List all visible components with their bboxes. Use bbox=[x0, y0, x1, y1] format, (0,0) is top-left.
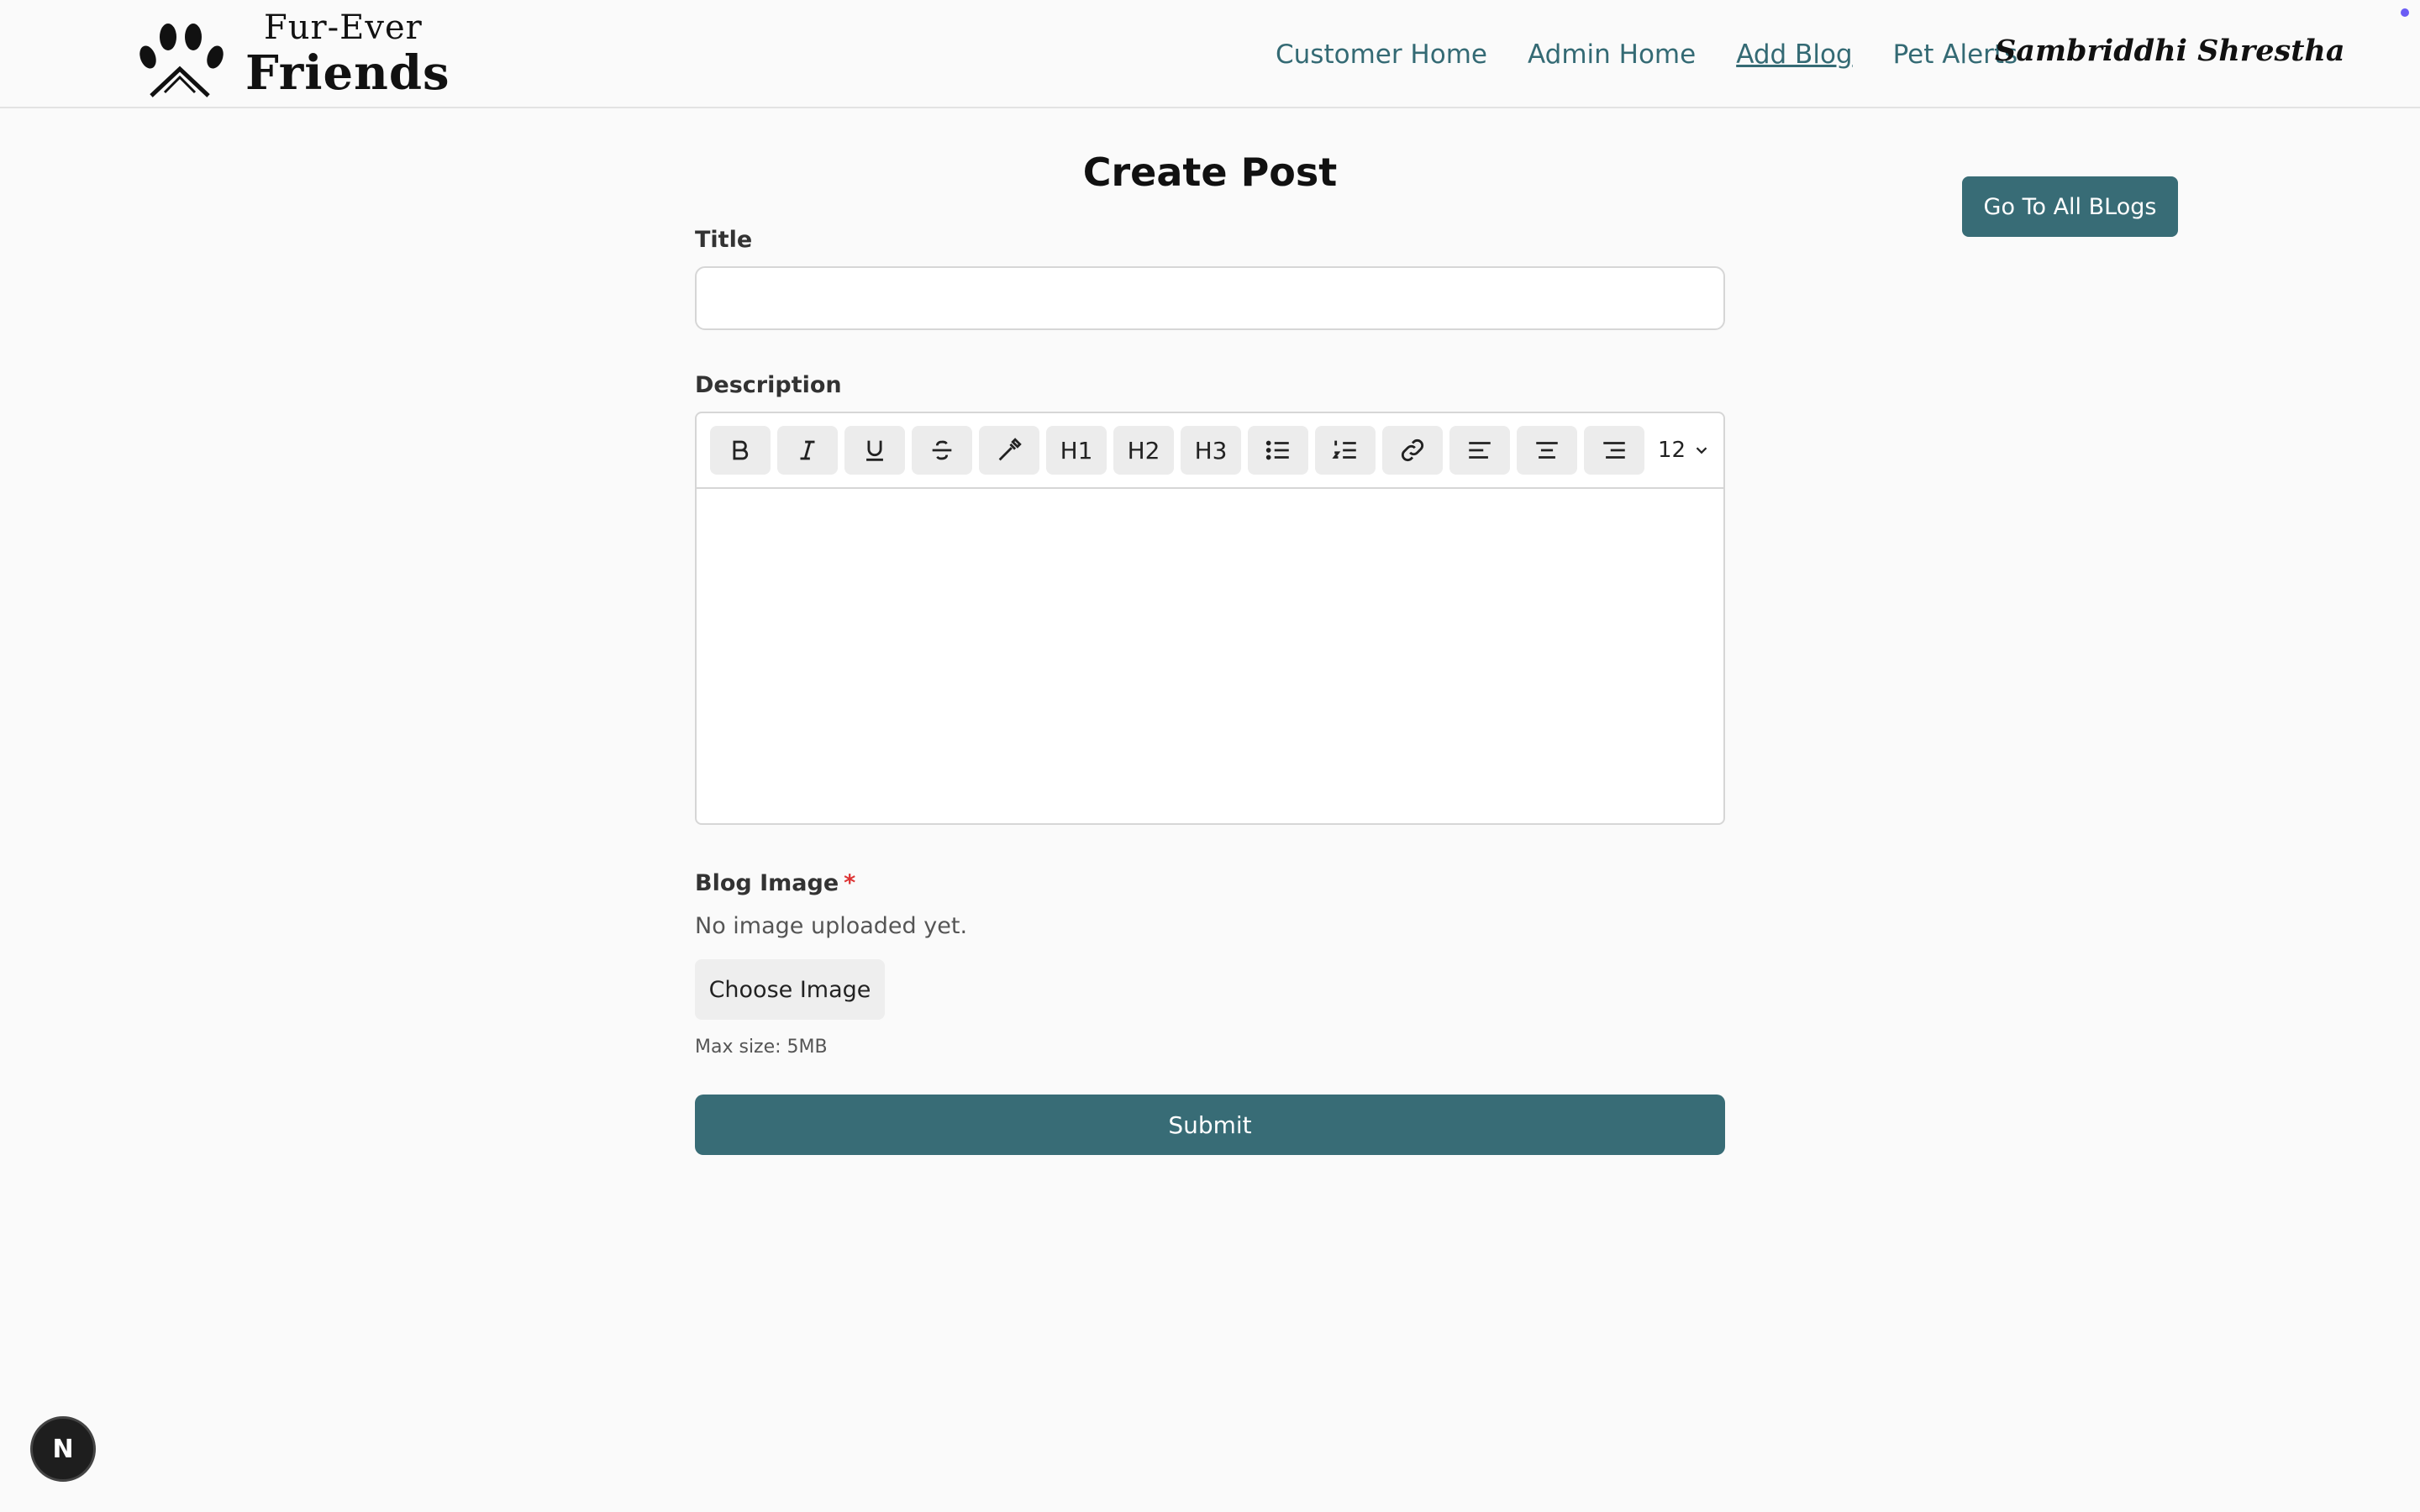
choose-image-button[interactable]: Choose Image bbox=[695, 959, 885, 1020]
strikethrough-icon bbox=[932, 440, 952, 460]
link-icon bbox=[1401, 438, 1424, 462]
required-marker: * bbox=[844, 870, 856, 896]
blog-image-label: Blog Image * bbox=[695, 870, 1725, 896]
color-picker-button[interactable] bbox=[979, 426, 1039, 475]
italic-icon bbox=[800, 440, 815, 460]
user-name[interactable]: Sambriddhi Shrestha bbox=[1995, 34, 2345, 68]
heading-2-button[interactable]: H2 bbox=[1113, 426, 1174, 475]
max-size-hint: Max size: 5MB bbox=[695, 1037, 828, 1058]
bullet-list-button[interactable] bbox=[1248, 426, 1308, 475]
align-left-button[interactable] bbox=[1449, 426, 1510, 475]
rich-text-editor: H1 H2 H3 12 bbox=[695, 412, 1725, 825]
create-post-form: Title Description H1 H2 H3 12 Blog Image… bbox=[695, 227, 1725, 1155]
brand-logo[interactable]: Fur-Ever Friends bbox=[136, 8, 450, 101]
dev-tools-badge[interactable]: N bbox=[30, 1416, 96, 1482]
brand-line-2: Friends bbox=[245, 45, 450, 101]
font-size-value: 12 bbox=[1658, 438, 1686, 463]
bullet-list-icon bbox=[1265, 440, 1289, 460]
link-button[interactable] bbox=[1382, 426, 1443, 475]
align-right-icon bbox=[1603, 442, 1625, 459]
align-right-button[interactable] bbox=[1584, 426, 1644, 475]
editor-toolbar: H1 H2 H3 12 bbox=[697, 413, 1723, 489]
submit-button[interactable]: Submit bbox=[695, 1095, 1725, 1155]
numbered-list-button[interactable] bbox=[1315, 426, 1376, 475]
paw-icon bbox=[139, 24, 224, 97]
main-nav: Customer Home Admin Home Add Blog Pet Al… bbox=[1276, 34, 2058, 76]
brand-line-1: Fur-Ever bbox=[264, 8, 423, 47]
strikethrough-button[interactable] bbox=[912, 426, 972, 475]
blog-image-label-text: Blog Image bbox=[695, 870, 839, 896]
title-label: Title bbox=[695, 227, 753, 253]
go-to-all-blogs-button[interactable]: Go To All BLogs bbox=[1962, 176, 2178, 237]
description-editor-area[interactable] bbox=[697, 489, 1723, 823]
title-input[interactable] bbox=[695, 266, 1725, 330]
align-center-icon bbox=[1536, 442, 1558, 459]
color-picker-icon bbox=[998, 438, 1022, 461]
align-center-button[interactable] bbox=[1517, 426, 1577, 475]
font-size-select[interactable]: 12 bbox=[1658, 438, 1711, 463]
status-dot bbox=[2401, 8, 2409, 17]
bold-icon bbox=[733, 440, 749, 460]
top-header: Fur-Ever Friends Customer Home Admin Hom… bbox=[0, 0, 2420, 108]
bold-button[interactable] bbox=[710, 426, 771, 475]
italic-button[interactable] bbox=[777, 426, 838, 475]
heading-3-button[interactable]: H3 bbox=[1181, 426, 1241, 475]
nav-add-blog[interactable]: Add Blog bbox=[1736, 39, 1852, 70]
align-left-icon bbox=[1469, 442, 1491, 459]
heading-1-button[interactable]: H1 bbox=[1046, 426, 1107, 475]
nav-customer-home[interactable]: Customer Home bbox=[1276, 39, 1487, 70]
nav-admin-home[interactable]: Admin Home bbox=[1528, 39, 1696, 70]
underline-icon bbox=[866, 440, 883, 461]
chevron-down-icon bbox=[1696, 447, 1707, 454]
no-image-text: No image uploaded yet. bbox=[695, 913, 968, 939]
underline-button[interactable] bbox=[844, 426, 905, 475]
description-label: Description bbox=[695, 372, 842, 398]
numbered-list-icon bbox=[1332, 440, 1356, 459]
